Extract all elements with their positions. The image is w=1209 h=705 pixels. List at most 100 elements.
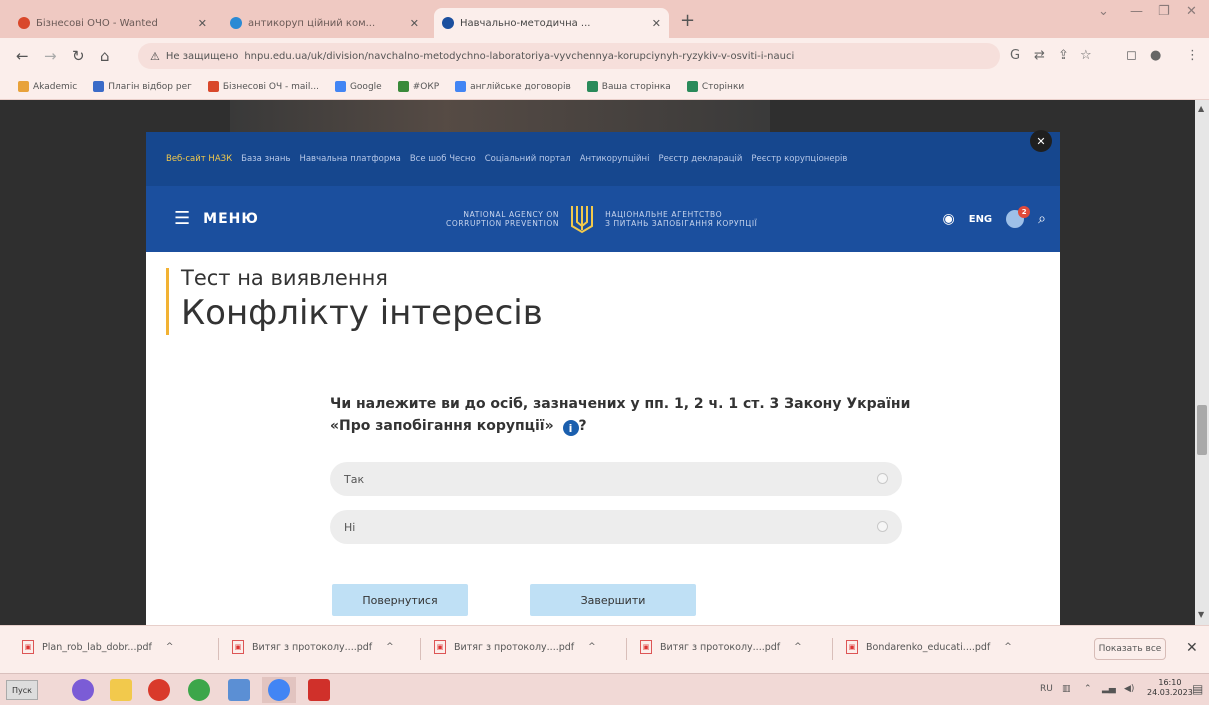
profile-icon[interactable]: ● bbox=[1150, 48, 1161, 63]
language-switch[interactable]: ENG bbox=[969, 214, 992, 225]
quicklink[interactable]: Антикорупційні bbox=[580, 154, 650, 164]
logo-text-ua: НАЦІОНАЛЬНЕ АГЕНТСТВО З ПИТАНЬ ЗАПОБІГАН… bbox=[605, 210, 757, 228]
tray-volume-icon[interactable]: ◀) bbox=[1124, 684, 1134, 694]
download-item[interactable]: ▣ Витяг з протоколу....pdf ^ bbox=[640, 640, 802, 654]
start-button[interactable]: Пуск bbox=[6, 680, 38, 700]
quicklink[interactable]: Веб-сайт НАЗК bbox=[166, 154, 232, 164]
tray-signal-icon[interactable]: ▂▄ bbox=[1102, 684, 1116, 694]
kebab-menu-icon[interactable]: ⋮ bbox=[1186, 48, 1199, 63]
back-icon[interactable]: ← bbox=[16, 47, 29, 65]
quicklink[interactable]: База знань bbox=[241, 154, 290, 164]
bookmark-item[interactable]: Плагін відбор рег bbox=[93, 81, 192, 92]
close-downloads-icon[interactable]: ✕ bbox=[1186, 640, 1198, 656]
chevron-up-icon[interactable]: ^ bbox=[1004, 642, 1012, 652]
tab-search-icon[interactable]: ⌄ bbox=[1098, 4, 1109, 19]
divider bbox=[832, 638, 833, 660]
bookmark-item[interactable]: англійське договорів bbox=[455, 81, 571, 92]
download-item[interactable]: ▣ Витяг з протоколу....pdf ^ bbox=[232, 640, 394, 654]
show-all-downloads-button[interactable]: Показать все bbox=[1094, 638, 1166, 660]
nacp-logo[interactable]: NATIONAL AGENCY ON CORRUPTION PREVENTION… bbox=[446, 204, 757, 234]
translate-icon[interactable]: ⇄ bbox=[1034, 48, 1045, 63]
modal-close-button[interactable]: ✕ bbox=[1030, 130, 1052, 152]
back-button[interactable]: Повернутися bbox=[332, 584, 468, 616]
bookmark-icon bbox=[207, 81, 219, 92]
tab-title: Навчально-методична ... bbox=[460, 17, 591, 29]
radio-button[interactable] bbox=[877, 521, 888, 532]
taskbar-app-explorer[interactable] bbox=[104, 677, 138, 703]
taskbar-app-chrome[interactable] bbox=[182, 677, 216, 703]
finish-button[interactable]: Завершити bbox=[530, 584, 696, 616]
quicklink[interactable]: Реєстр декларацій bbox=[658, 154, 742, 164]
answer-option-yes[interactable]: Так bbox=[330, 462, 902, 496]
bookmark-star-icon[interactable]: ☆ bbox=[1080, 48, 1092, 63]
answer-option-no[interactable]: Ні bbox=[330, 510, 902, 544]
browser-tab[interactable]: Бізнесові ОЧО - Wanted ✕ bbox=[10, 8, 215, 38]
bookmark-item[interactable]: Сторінки bbox=[686, 81, 744, 92]
tray-network-icon[interactable]: ▥ bbox=[1062, 684, 1071, 694]
quicklink[interactable]: Реєстр корупціонерів bbox=[751, 154, 847, 164]
download-item[interactable]: ▣ Bondarenko_educati....pdf ^ bbox=[846, 640, 1012, 654]
bookmark-item[interactable]: Бізнесові ОЧ - mail... bbox=[207, 81, 319, 92]
scroll-up-icon[interactable]: ▲ bbox=[1198, 104, 1204, 113]
question-mark: ? bbox=[578, 417, 587, 434]
chevron-up-icon[interactable]: ^ bbox=[794, 642, 802, 652]
chevron-up-icon[interactable]: ^ bbox=[166, 642, 174, 652]
bookmark-item[interactable]: Akademic bbox=[18, 81, 77, 92]
scroll-down-icon[interactable]: ▼ bbox=[1198, 610, 1204, 619]
reload-icon[interactable]: ↻ bbox=[72, 47, 85, 65]
tab-close-icon[interactable]: ✕ bbox=[410, 17, 419, 30]
quicklink[interactable]: Все шоб Чесно bbox=[410, 154, 476, 164]
address-bar[interactable]: ⚠ Не защищено hnpu.edu.ua/uk/division/na… bbox=[138, 43, 1000, 69]
keyboard-language[interactable]: RU bbox=[1040, 684, 1053, 694]
bookmark-item[interactable]: #ОКР bbox=[397, 81, 440, 92]
home-icon[interactable]: ⌂ bbox=[100, 47, 110, 65]
forward-icon[interactable]: → bbox=[44, 47, 57, 65]
page-scrollbar[interactable]: ▲ ▼ bbox=[1195, 100, 1209, 625]
info-icon[interactable]: i bbox=[562, 420, 579, 437]
tab-favicon-icon bbox=[18, 17, 30, 29]
scroll-thumb[interactable] bbox=[1197, 405, 1207, 455]
bookmark-label: #ОКР bbox=[412, 81, 440, 92]
chevron-up-icon[interactable]: ^ bbox=[588, 642, 596, 652]
radio-button[interactable] bbox=[877, 473, 888, 484]
search-icon[interactable]: ⌕ bbox=[1038, 211, 1046, 227]
tab-close-icon[interactable]: ✕ bbox=[652, 17, 661, 30]
download-filename: Витяг з протоколу....pdf bbox=[660, 641, 781, 653]
menu-button[interactable]: ☰ МЕНЮ bbox=[174, 208, 259, 229]
background-banner bbox=[230, 100, 770, 134]
acrobat-icon bbox=[308, 679, 330, 701]
bookmark-item[interactable]: Ваша сторінка bbox=[586, 81, 671, 92]
taskbar-app-chrome-active[interactable] bbox=[262, 677, 296, 703]
taskbar-app-opera[interactable] bbox=[142, 677, 176, 703]
minimize-icon[interactable]: — bbox=[1130, 4, 1143, 19]
bookmark-icon bbox=[455, 81, 467, 92]
google-lens-icon[interactable]: G bbox=[1010, 48, 1020, 63]
taskbar-app-viber[interactable] bbox=[66, 677, 100, 703]
tray-arrow-icon[interactable]: ⌃ bbox=[1084, 684, 1092, 694]
bookmark-item[interactable]: Google bbox=[334, 81, 382, 92]
tab-close-icon[interactable]: ✕ bbox=[198, 17, 207, 30]
warning-icon: ⚠ bbox=[150, 49, 160, 63]
taskbar-app-files[interactable] bbox=[222, 677, 256, 703]
notification-avatar-icon[interactable]: 2 bbox=[1006, 206, 1031, 228]
logo-line: НАЦІОНАЛЬНЕ АГЕНТСТВО bbox=[605, 210, 723, 219]
browser-tab-active[interactable]: Навчально-методична ... ✕ bbox=[434, 8, 669, 38]
browser-tab[interactable]: антикоруп ційний ком... ✕ bbox=[222, 8, 427, 38]
maximize-icon[interactable]: ❐ bbox=[1158, 4, 1170, 19]
pdf-file-icon: ▣ bbox=[846, 640, 858, 654]
quicklink[interactable]: Навчальна платформа bbox=[299, 154, 400, 164]
logo-line: CORRUPTION PREVENTION bbox=[446, 219, 560, 228]
download-item[interactable]: ▣ Plan_rob_lab_dobr...pdf ^ bbox=[22, 640, 173, 654]
download-item[interactable]: ▣ Витяг з протоколу....pdf ^ bbox=[434, 640, 596, 654]
close-window-icon[interactable]: ✕ bbox=[1186, 4, 1197, 19]
chevron-up-icon[interactable]: ^ bbox=[386, 642, 394, 652]
taskbar-app-acrobat[interactable] bbox=[302, 677, 336, 703]
sidepanel-icon[interactable]: ◻ bbox=[1126, 48, 1137, 63]
pdf-file-icon: ▣ bbox=[434, 640, 446, 654]
share-icon[interactable]: ⇪ bbox=[1058, 48, 1069, 63]
system-clock[interactable]: 16:10 24.03.2023 bbox=[1147, 678, 1193, 699]
show-desktop-icon[interactable]: ▤ bbox=[1192, 682, 1203, 696]
new-tab-button[interactable]: + bbox=[680, 10, 695, 31]
quicklink[interactable]: Соціальний портал bbox=[485, 154, 571, 164]
accessibility-eye-icon[interactable]: ◉ bbox=[943, 211, 955, 227]
